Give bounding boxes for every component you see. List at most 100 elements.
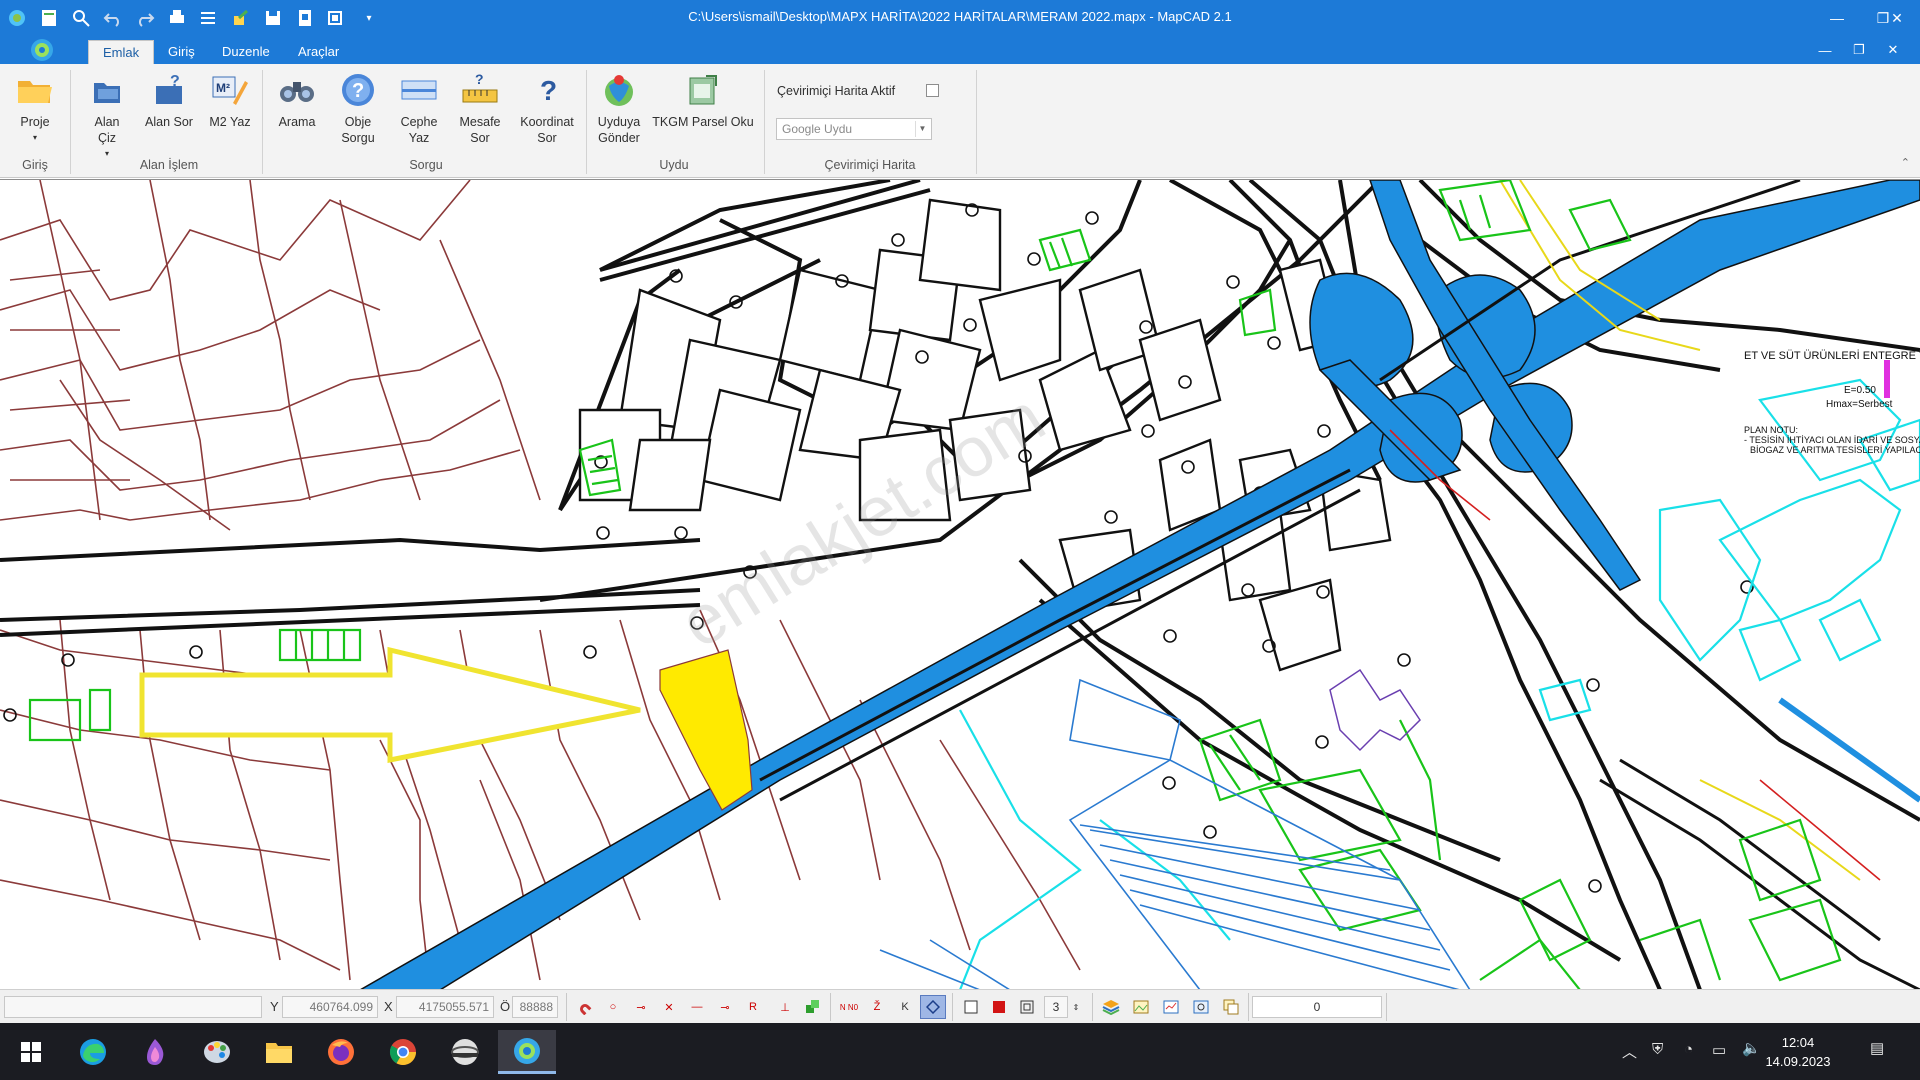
tab-giris[interactable]: Giriş [154,40,209,64]
svg-text:?: ? [475,72,484,87]
stepper-icon[interactable]: ⇕ [1068,995,1084,1019]
flame-app-icon[interactable] [126,1030,184,1074]
snap-intersection-icon[interactable]: ✕ [656,995,682,1019]
alan-sor-label: Alan Sor [145,115,193,129]
x-coordinate-field: 4175055.571 [396,996,494,1018]
group-label-cevrimici: Çevirimiçi Harita [824,158,916,172]
snap-line-icon[interactable]: — [684,995,710,1019]
frame-icon[interactable] [1014,995,1040,1019]
y-coordinate-field: 460764.099 [282,996,378,1018]
globe-app-icon[interactable] [436,1030,494,1074]
snap-z-button[interactable]: Ž [864,995,890,1019]
plan-note-line-1: - TESİSİN İHTİYACI OLAN İDARİ VE SOSYA [1744,435,1920,445]
online-map-active-checkbox[interactable] [926,84,939,97]
group-label-giris: Giriş [22,158,48,172]
binoculars-icon [277,70,317,110]
collapse-ribbon-icon[interactable]: ⌃ [1901,156,1910,169]
ribbon-tab-row: Emlak Giriş Duzenle Araçlar — ❐ ✕ [0,36,1920,64]
snap-endpoint-icon[interactable]: ⊸ [628,995,654,1019]
app-orb-icon [31,39,53,61]
o-value-field: 88888 [512,996,558,1018]
highlighted-parcel [659,649,753,811]
layers-icon[interactable] [1098,995,1124,1019]
mdi-minimize-button[interactable]: — [1808,38,1842,62]
snap-nearest-button[interactable]: N N0 [836,995,862,1019]
snap-perpendicular-icon[interactable]: ⊥ [772,995,798,1019]
map-drawing[interactable]: ET VE SÜT ÜRÜNLERİ ENTEGRE T E=0.50 Hmax… [0,180,1920,989]
y-coordinate-label: Y [270,999,279,1014]
mdi-close-button[interactable]: ✕ [1876,38,1910,62]
obje-sorgu-label: Obje Sorgu [341,115,375,145]
map-provider-placeholder: Google Uydu [782,122,853,136]
x-coordinate-label: X [384,999,393,1014]
mapcad-taskbar-icon[interactable] [498,1030,556,1074]
tab-duzenle[interactable]: Duzenle [208,40,284,64]
minimize-icon[interactable] [1814,0,1860,36]
toolbar-separator [1386,993,1387,1021]
clock-date: 14.09.2023 [1765,1054,1831,1069]
red-square-icon[interactable] [986,995,1012,1019]
chart-window-icon[interactable] [1158,995,1184,1019]
notifications-icon[interactable]: ▤ [1870,1039,1884,1057]
toolbar-separator [1248,993,1249,1021]
chevron-down-icon[interactable]: ▼ [915,121,929,137]
svg-text:M²: M² [216,81,230,95]
taskbar-clock[interactable]: 12:04 14.09.2023 [1756,1033,1840,1071]
paint-palette-icon[interactable] [188,1030,246,1074]
app-menu-button[interactable] [24,37,60,63]
magnet-snap-icon[interactable] [572,995,598,1019]
mesafe-sor-button[interactable]: ? Mesafe Sor [452,70,508,146]
clock-time: 12:04 [1781,1035,1815,1050]
firefox-icon[interactable] [312,1030,370,1074]
zoom-window-icon[interactable] [1188,995,1214,1019]
alan-sor-button[interactable]: ? Alan Sor [138,70,200,130]
koordinat-sor-button[interactable]: ? Koordinat Sor [514,70,580,146]
chevron-up-icon[interactable]: ︿ [1622,1041,1637,1062]
chrome-icon[interactable] [374,1030,432,1074]
group-separator [262,70,263,174]
globe-satellite-icon [599,70,639,110]
group-label-sorgu: Sorgu [409,158,443,172]
copy-window-icon[interactable] [1218,995,1244,1019]
snap-active-diamond-icon[interactable] [920,995,946,1019]
cephe-yaz-button[interactable]: Cephe Yaz [396,70,442,146]
close-button[interactable]: ✕ [1874,0,1920,36]
mdi-restore-button[interactable]: ❐ [1842,38,1876,62]
group-separator [976,70,977,174]
map-canvas[interactable]: ET VE SÜT ÜRÜNLERİ ENTEGRE T E=0.50 Hmax… [0,179,1920,989]
koordinat-sor-label: Koordinat Sor [520,115,574,145]
online-map-active-label: Çevirimiçi Harita Aktif [777,84,896,98]
draw-area-icon [87,70,127,110]
file-explorer-icon[interactable] [250,1030,308,1074]
snap-k-button[interactable]: K [892,995,918,1019]
white-square-icon[interactable] [958,995,984,1019]
layer-count-field[interactable]: 3 [1044,996,1068,1018]
windows-taskbar: ︿ ⛨ ◔ ▭ 🔈 12:04 14.09.2023 ▤ [0,1023,1920,1080]
security-tray-icon[interactable]: ⛨ [1652,1041,1663,1058]
window-title: C:\Users\ismail\Desktop\MAPX HARİTA\2022… [688,9,1232,24]
snap-midpoint-icon[interactable]: ⊸ [712,995,738,1019]
alan-ciz-button[interactable]: Alan Çiz ▾ [82,70,132,162]
m2-yaz-button[interactable]: M² M2 Yaz [204,70,256,130]
title-bar: ▾ C:\Users\ismail\Desktop\MAPX HARİTA\20… [0,0,1920,36]
windows-start-icon[interactable] [2,1030,60,1074]
uyduya-gonder-button[interactable]: Uyduya Gönder [594,70,644,146]
obje-sorgu-button[interactable]: ? Obje Sorgu [334,70,382,146]
layer-squares-icon[interactable] [800,995,826,1019]
tkgm-parsel-oku-button[interactable]: TKGM Parsel Oku [652,70,754,130]
battery-icon[interactable]: ▭ [1712,1041,1726,1059]
snap-point-icon[interactable]: ○ [600,995,626,1019]
uyduya-gonder-label: Uyduya Gönder [597,115,641,145]
arama-button[interactable]: Arama [272,70,322,130]
snap-radius-icon[interactable]: R [740,995,766,1019]
group-label-alan-islem: Alan İşlem [139,158,199,172]
map-provider-select[interactable]: Google Uydu ▼ [776,118,932,140]
tab-araclar[interactable]: Araçlar [284,40,353,64]
tab-emlak[interactable]: Emlak [88,40,155,64]
proje-button[interactable]: Proje ▾ [12,70,58,146]
status-value-field: 0 [1252,996,1382,1018]
wifi-icon[interactable]: ◔ [1684,1041,1693,1058]
edge-browser-icon[interactable] [64,1030,122,1074]
image-icon[interactable] [1128,995,1154,1019]
question-icon: ? [338,70,378,110]
